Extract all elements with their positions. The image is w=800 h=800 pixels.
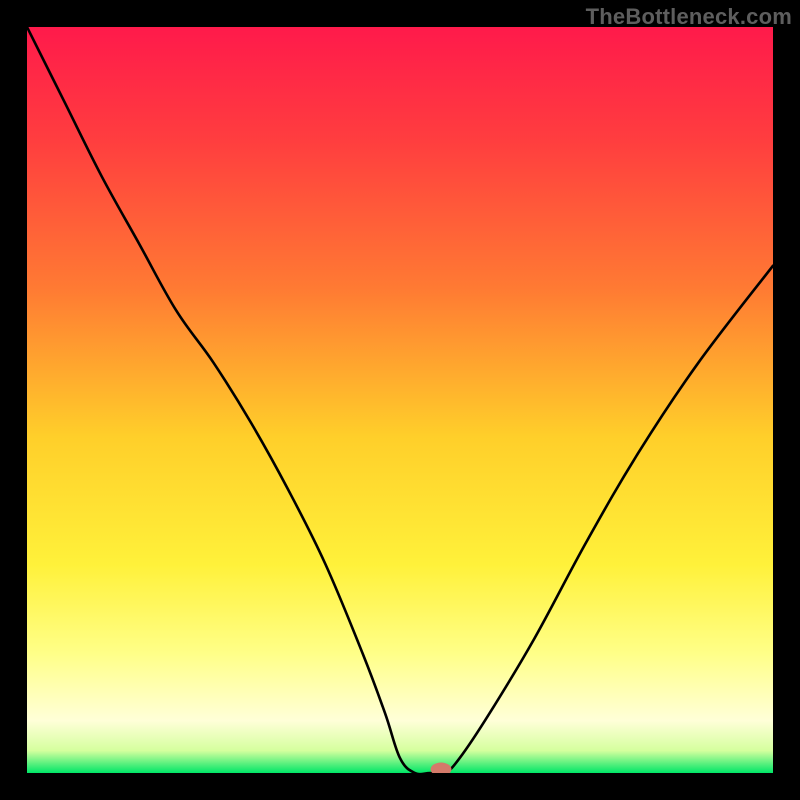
chart-svg [27, 27, 773, 773]
chart-background-gradient [27, 27, 773, 773]
chart-frame: TheBottleneck.com [0, 0, 800, 800]
watermark-label: TheBottleneck.com [586, 4, 792, 30]
chart-plot-area [27, 27, 773, 773]
